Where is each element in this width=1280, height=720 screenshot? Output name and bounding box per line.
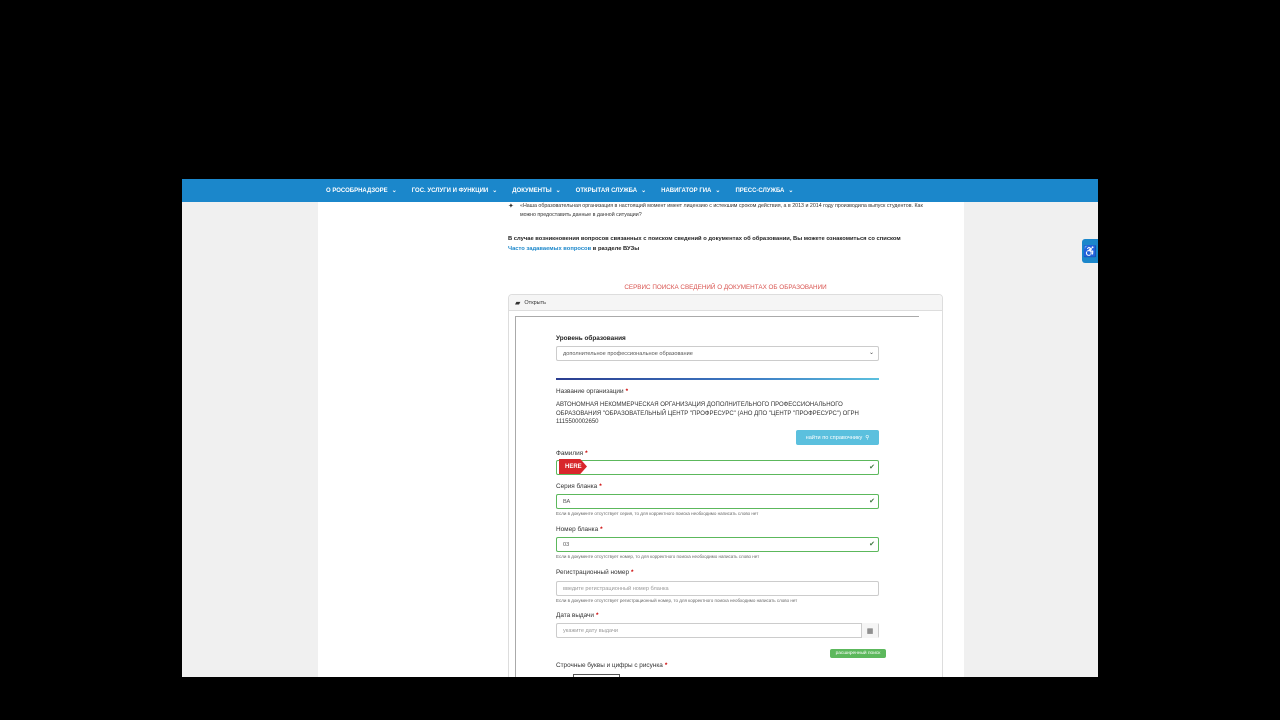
number-label: Номер бланка * [556, 526, 603, 533]
date-input[interactable]: укажите дату выдачи ▦ [556, 623, 879, 638]
required-marker: * [599, 483, 602, 490]
reg-number-label: Регистрационный номер * [556, 569, 634, 576]
series-hint: Если в документе отсутствует серия, то д… [556, 511, 759, 516]
reg-label-text: Регистрационный номер [556, 569, 630, 576]
main-navbar: О РОСОБРНАДЗОРЕ ⌄ ГОС. УСЛУГИ И ФУНКЦИИ ⌄ … [182, 179, 1098, 202]
chevron-down-icon: ⌄ [788, 188, 794, 194]
series-label: Серия бланка * [556, 483, 602, 490]
check-icon: ✔ [869, 541, 875, 548]
calendar-icon[interactable]: ▦ [861, 623, 878, 638]
advanced-search-button[interactable]: расширенный поиск [830, 649, 886, 658]
info-text-after: в разделе ВУЗы [592, 246, 640, 252]
section-divider [556, 378, 879, 380]
required-marker: * [585, 450, 588, 457]
chevron-down-icon: ⌄ [391, 188, 397, 194]
search-icon: ⚲ [865, 434, 870, 441]
nav-item-open-service[interactable]: ОТКРЫТАЯ СЛУЖБА ⌄ [575, 187, 647, 195]
faq-item: ✦ «Наша образовательная организация в на… [508, 202, 938, 220]
number-label-text: Номер бланка [556, 526, 599, 533]
chevron-down-icon: ⌄ [641, 188, 647, 194]
reg-number-placeholder: введите регистрационный номер бланка [563, 585, 669, 592]
find-in-directory-button[interactable]: найти по справочнику ⚲ [796, 430, 879, 445]
bullet-icon: ✦ [508, 203, 514, 210]
nav-item-label: ГОС. УСЛУГИ И ФУНКЦИИ [411, 187, 489, 194]
level-select[interactable]: дополнительное профессиональное образова… [556, 346, 879, 361]
captcha-label: Строчные буквы и цифры с рисунка * [556, 662, 667, 669]
chevron-down-icon: ⌄ [715, 188, 721, 194]
check-icon: ✔ [869, 498, 875, 505]
check-icon: ✔ [869, 464, 875, 471]
panel-toggle-label: Открыть [524, 299, 546, 306]
date-label: Дата выдачи * [556, 612, 598, 619]
number-hint: Если в документе отсутствует номер, то д… [556, 554, 760, 559]
org-label-text: Название организации [556, 388, 624, 395]
number-input[interactable]: 03 ✔ [556, 537, 879, 552]
required-marker: * [595, 612, 599, 619]
date-placeholder: укажите дату выдачи [563, 627, 619, 634]
series-input[interactable]: ВА ✔ [556, 494, 879, 509]
chevron-down-icon: ⌄ [868, 350, 874, 356]
nav-item-press[interactable]: ПРЕСС-СЛУЖБА ⌄ [735, 187, 794, 195]
level-select-value: дополнительное профессиональное образова… [563, 350, 693, 357]
org-label: Название организации * [556, 388, 628, 395]
surname-input[interactable]: ✔ [556, 460, 879, 475]
captcha-image [573, 674, 620, 677]
find-button-label: найти по справочнику [805, 434, 863, 441]
page-content: ✦ «Наша образовательная организация в на… [318, 202, 964, 677]
number-value: 03 [563, 541, 570, 548]
nav-item-label: ДОКУМЕНТЫ [512, 187, 552, 194]
service-title: СЕРВИС ПОИСКА СВЕДЕНИЙ О ДОКУМЕНТАХ ОБ О… [624, 284, 827, 291]
captcha-label-text: Строчные буквы и цифры с рисунка [556, 662, 663, 669]
reg-number-hint: Если в документе отсутствует регистрацио… [556, 598, 798, 603]
chevron-down-icon: ⌄ [492, 188, 498, 194]
panel-toggle[interactable]: ▰ Открыть [509, 295, 942, 311]
surname-label-text: Фамилия [556, 450, 584, 457]
series-value: ВА [563, 498, 571, 505]
surname-label: Фамилия * [556, 450, 588, 457]
nav-item-gia-navigator[interactable]: НАВИГАТОР ГИА ⌄ [661, 187, 721, 195]
search-form: Уровень образования дополнительное профе… [515, 316, 919, 677]
folder-open-icon: ▰ [515, 299, 521, 307]
info-text-before: В случае возникновения вопросов связанны… [508, 236, 901, 242]
org-name-value: АВТОНОМНАЯ НЕКОММЕРЧЕСКАЯ ОРГАНИЗАЦИЯ ДО… [556, 402, 859, 425]
search-panel: ▰ Открыть Уровень образования дополнител… [508, 294, 943, 677]
nav-item-services[interactable]: ГОС. УСЛУГИ И ФУНКЦИИ ⌄ [411, 187, 498, 195]
date-label-text: Дата выдачи [556, 612, 594, 619]
info-text: В случае возникновения вопросов связанны… [508, 234, 948, 254]
nav-item-label: ПРЕСС-СЛУЖБА [735, 187, 785, 194]
required-marker: * [600, 526, 603, 533]
series-label-text: Серия бланка [556, 483, 598, 490]
required-marker: * [631, 569, 634, 576]
level-label: Уровень образования [556, 335, 626, 342]
nav-item-label: НАВИГАТОР ГИА [661, 187, 712, 194]
reg-number-input[interactable]: введите регистрационный номер бланка [556, 581, 879, 596]
nav-item-about[interactable]: О РОСОБРНАДЗОРЕ ⌄ [326, 187, 397, 195]
browser-viewport: О РОСОБРНАДЗОРЕ ⌄ ГОС. УСЛУГИ И ФУНКЦИИ ⌄ … [182, 179, 1098, 677]
chevron-down-icon: ⌄ [555, 188, 561, 194]
required-marker: * [664, 662, 668, 669]
required-marker: * [625, 388, 629, 395]
nav-item-documents[interactable]: ДОКУМЕНТЫ ⌄ [512, 187, 561, 195]
accessibility-icon[interactable]: ♿ [1082, 239, 1098, 263]
nav-item-label: ОТКРЫТАЯ СЛУЖБА [575, 187, 638, 194]
faq-question: «Наша образовательная организация в наст… [520, 203, 923, 218]
faq-link[interactable]: Часто задаваемых вопросов [508, 246, 591, 252]
nav-item-label: О РОСОБРНАДЗОРЕ [326, 187, 388, 194]
